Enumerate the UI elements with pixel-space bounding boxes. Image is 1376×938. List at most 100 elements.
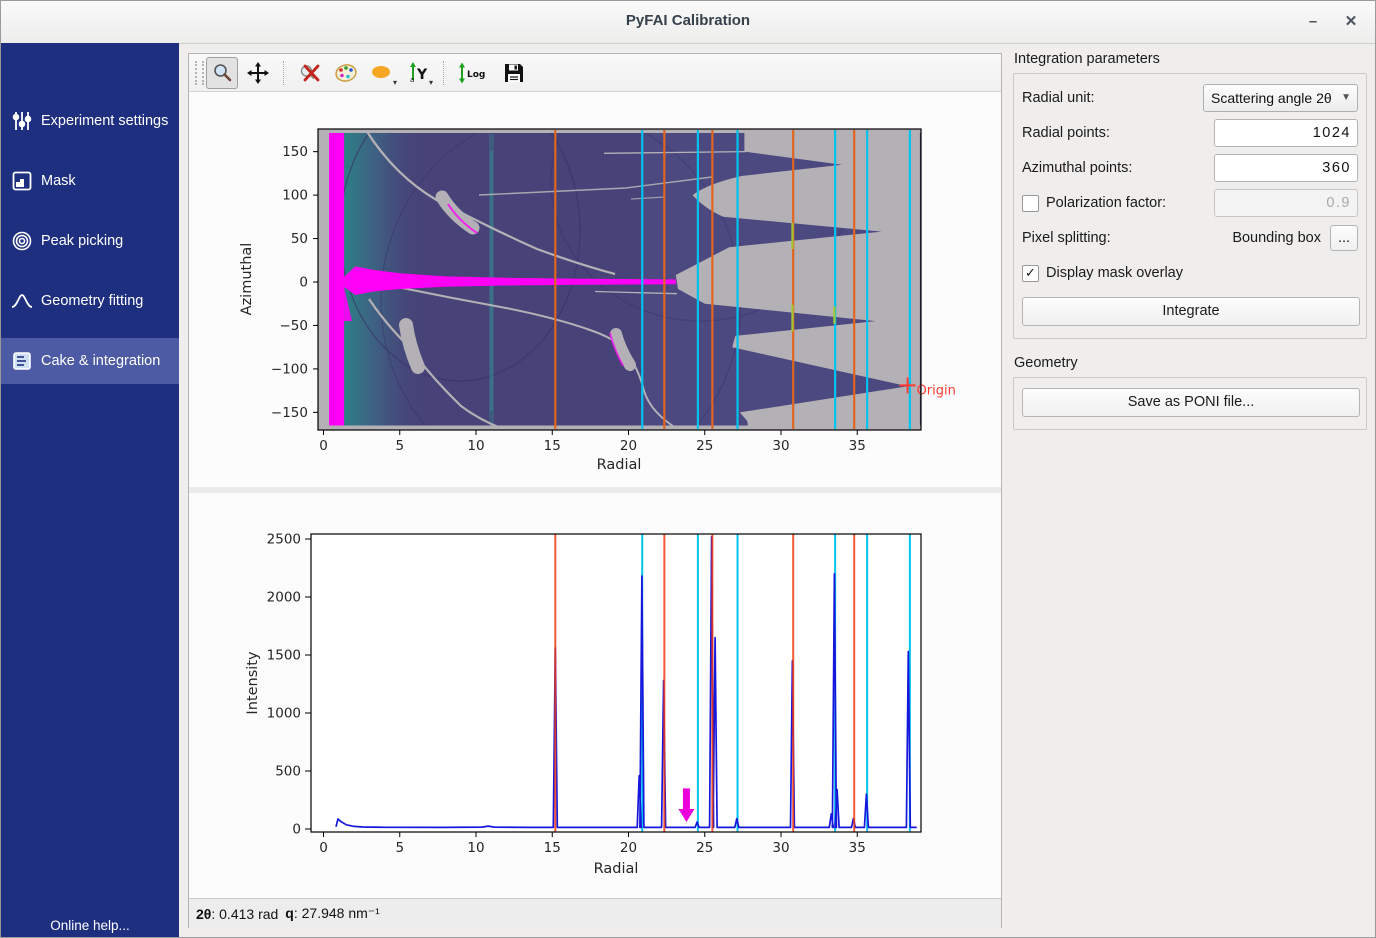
mask-overlay-row: ✓ Display mask overlay xyxy=(1022,259,1358,287)
radial-unit-label: Radial unit: xyxy=(1022,90,1203,106)
pixel-splitting-row: Pixel splitting: Bounding box ... xyxy=(1022,224,1358,252)
log-scale-icon: Log xyxy=(457,62,491,84)
palette-icon xyxy=(334,62,358,84)
svg-text:0: 0 xyxy=(319,840,328,856)
svg-text:1000: 1000 xyxy=(267,706,301,722)
right-panel: Integration parameters Radial unit: Scat… xyxy=(1013,51,1367,446)
pan-icon xyxy=(247,62,269,84)
floppy-save-icon xyxy=(504,63,524,83)
status-q: q: 27.948 nm⁻¹ xyxy=(285,905,380,922)
zoom-tool-button[interactable] xyxy=(206,57,238,89)
svg-text:Origin: Origin xyxy=(917,383,956,398)
pan-tool-button[interactable] xyxy=(242,57,274,89)
azimuthal-points-row: Azimuthal points: 360 xyxy=(1022,154,1358,182)
sidebar-item-mask[interactable]: Mask xyxy=(1,158,179,204)
pixel-splitting-more-button[interactable]: ... xyxy=(1330,225,1358,251)
integrate-button[interactable]: Integrate xyxy=(1022,297,1360,326)
sidebar-item-label: Mask xyxy=(41,173,76,189)
dropdown-caret-icon: ▾ xyxy=(429,78,433,87)
toolbar-separator xyxy=(443,61,445,85)
chevron-down-icon: ▼ xyxy=(1341,85,1351,111)
polarization-label: Polarization factor: xyxy=(1046,195,1214,211)
y-axis-label: Azimuthal xyxy=(239,243,255,316)
x-axis-label: Radial xyxy=(594,861,639,877)
plot-splitter-handle[interactable] xyxy=(189,487,1001,493)
cake-icon xyxy=(11,350,33,372)
colormap-button[interactable] xyxy=(330,57,362,89)
svg-text:Log: Log xyxy=(467,70,485,80)
dropdown-caret-icon: ▾ xyxy=(393,78,397,87)
svg-text:−50: −50 xyxy=(280,318,309,334)
svg-text:35: 35 xyxy=(849,840,866,856)
radial-unit-select[interactable]: Scattering angle 2θ ▼ xyxy=(1203,84,1358,112)
peak-curve-icon xyxy=(11,290,33,312)
polarization-row: Polarization factor: 0.9 xyxy=(1022,189,1358,217)
target-icon xyxy=(11,230,33,252)
save-poni-button[interactable]: Save as PONI file... xyxy=(1022,388,1360,417)
sidebar-item-geometry-fitting[interactable]: Geometry fitting xyxy=(1,278,179,324)
radial-points-row: Radial points: 1024 xyxy=(1022,119,1358,147)
integration-parameters-title: Integration parameters xyxy=(1014,51,1367,67)
display-mask-overlay-label: Display mask overlay xyxy=(1046,265,1358,281)
geometry-title: Geometry xyxy=(1014,355,1367,371)
toolbar-separator xyxy=(283,61,285,85)
svg-text:30: 30 xyxy=(772,840,789,856)
ellipse-icon xyxy=(370,64,394,82)
sidebar: Experiment settings Mask Peak picking Ge… xyxy=(1,43,179,938)
svg-text:25: 25 xyxy=(696,840,713,856)
y-axis-orientation-button[interactable]: a Y ▾ xyxy=(402,57,434,89)
svg-text:1500: 1500 xyxy=(267,648,301,664)
minimize-button[interactable]: – xyxy=(1299,9,1327,35)
integration-parameters-group: Radial unit: Scattering angle 2θ ▼ Radia… xyxy=(1013,73,1367,339)
azimuthal-points-label: Azimuthal points: xyxy=(1022,160,1214,176)
svg-text:50: 50 xyxy=(291,231,308,247)
radial-points-label: Radial points: xyxy=(1022,125,1214,141)
y-axis-icon: a Y xyxy=(406,62,430,84)
mask-display-button[interactable]: ▾ xyxy=(366,57,398,89)
svg-text:25: 25 xyxy=(696,438,713,454)
azimuthal-points-input[interactable]: 360 xyxy=(1214,154,1358,182)
cake-plot-canvas[interactable]: Azimuthal Radial xyxy=(188,91,1002,487)
svg-text:−100: −100 xyxy=(271,361,308,377)
svg-text:10: 10 xyxy=(467,840,484,856)
online-help-link[interactable]: Online help... xyxy=(1,918,179,933)
sidebar-item-label: Peak picking xyxy=(41,233,123,249)
svg-text:20: 20 xyxy=(620,840,637,856)
sidebar-item-label: Geometry fitting xyxy=(41,293,143,309)
svg-text:500: 500 xyxy=(275,764,301,780)
cake-image xyxy=(318,91,921,487)
sliders-icon xyxy=(11,110,33,132)
polarization-checkbox[interactable] xyxy=(1022,195,1039,212)
x-axis-label: Radial xyxy=(597,457,642,473)
save-figure-button[interactable] xyxy=(498,57,530,89)
sidebar-item-cake-integration[interactable]: Cake & integration xyxy=(1,338,179,384)
svg-text:2500: 2500 xyxy=(267,532,301,548)
display-mask-overlay-checkbox[interactable]: ✓ xyxy=(1022,265,1039,282)
close-button[interactable]: ✕ xyxy=(1337,9,1365,35)
svg-text:−150: −150 xyxy=(271,405,308,421)
sidebar-item-experiment-settings[interactable]: Experiment settings xyxy=(1,98,179,144)
mask-icon xyxy=(11,170,33,192)
polarization-input[interactable]: 0.9 xyxy=(1214,189,1358,217)
svg-text:30: 30 xyxy=(772,438,789,454)
radial-points-input[interactable]: 1024 xyxy=(1214,119,1358,147)
clear-zoom-button[interactable] xyxy=(294,57,326,89)
window-title: PyFAI Calibration xyxy=(1,12,1375,29)
sidebar-item-peak-picking[interactable]: Peak picking xyxy=(1,218,179,264)
geometry-group: Save as PONI file... xyxy=(1013,377,1367,430)
svg-text:0: 0 xyxy=(299,275,308,291)
integration-plot-canvas[interactable]: Intensity Radial 05101520253035050010001… xyxy=(188,493,1002,893)
application-window: PyFAI Calibration – ✕ Experiment setting… xyxy=(0,0,1376,938)
sidebar-item-label: Experiment settings xyxy=(41,113,168,129)
svg-text:a: a xyxy=(410,76,414,84)
svg-text:5: 5 xyxy=(395,438,404,454)
svg-text:100: 100 xyxy=(282,188,308,204)
status-2theta: 2θ: 0.413 rad xyxy=(196,906,278,922)
log-scale-button[interactable]: Log xyxy=(454,57,494,89)
svg-text:35: 35 xyxy=(849,438,866,454)
svg-text:5: 5 xyxy=(395,840,404,856)
pixel-splitting-label: Pixel splitting: xyxy=(1022,230,1232,246)
toolbar-grip[interactable] xyxy=(195,61,204,85)
svg-text:15: 15 xyxy=(544,840,561,856)
svg-text:0: 0 xyxy=(319,438,328,454)
